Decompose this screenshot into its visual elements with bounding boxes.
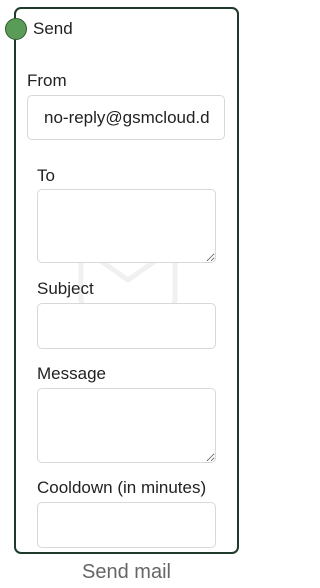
subject-field[interactable] — [37, 303, 216, 349]
to-field[interactable] — [37, 189, 216, 263]
message-label: Message — [37, 364, 106, 383]
node-footer-label: Send mail — [82, 561, 171, 583]
input-port-handle[interactable] — [5, 18, 27, 40]
node-title: Send — [33, 19, 73, 38]
message-field[interactable] — [37, 388, 216, 463]
to-label: To — [37, 166, 55, 185]
subject-label: Subject — [37, 279, 94, 298]
cooldown-field[interactable] — [37, 502, 216, 548]
cooldown-label: Cooldown (in minutes) — [37, 478, 207, 497]
from-field[interactable] — [27, 95, 225, 140]
from-label: From — [27, 71, 67, 90]
